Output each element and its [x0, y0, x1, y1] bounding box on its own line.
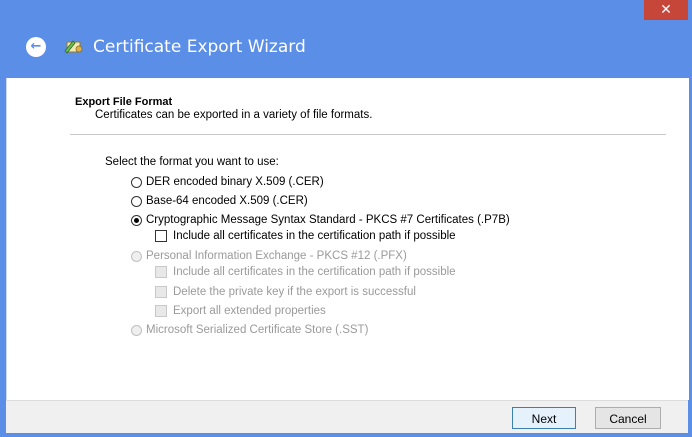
checkbox-pkcs7-include-path-label: Include all certificates in the certific…: [173, 230, 456, 242]
checkbox-pfx-export-properties-box[interactable]: [155, 305, 167, 317]
radio-sst[interactable]: Microsoft Serialized Certificate Store (…: [131, 323, 368, 337]
close-icon: ✕: [660, 2, 672, 18]
checkbox-pfx-export-properties-label: Export all extended properties: [173, 305, 326, 317]
radio-pfx-button[interactable]: [131, 250, 142, 262]
format-prompt: Select the format you want to use:: [105, 156, 279, 168]
radio-pfx-label: Personal Information Exchange - PKCS #12…: [146, 250, 407, 262]
next-button[interactable]: Next: [512, 407, 576, 429]
certificate-wizard-icon: [64, 40, 83, 54]
checkbox-pkcs7-include-path[interactable]: Include all certificates in the certific…: [155, 229, 456, 243]
radio-pkcs7[interactable]: Cryptographic Message Syntax Standard - …: [131, 213, 510, 227]
radio-base64-label: Base-64 encoded X.509 (.CER): [146, 195, 308, 207]
radio-pkcs7-button[interactable]: [131, 214, 142, 226]
checkbox-pfx-export-properties[interactable]: Export all extended properties: [155, 304, 326, 318]
radio-pfx[interactable]: Personal Information Exchange - PKCS #12…: [131, 249, 407, 263]
back-arrow-icon: ←: [30, 39, 42, 54]
page-heading: Export File Format: [75, 96, 173, 108]
window-title: Certificate Export Wizard: [93, 37, 306, 57]
checkbox-pfx-include-path-label: Include all certificates in the certific…: [173, 266, 456, 278]
checkbox-pfx-delete-key[interactable]: Delete the private key if the export is …: [155, 285, 416, 299]
radio-der-button[interactable]: [131, 176, 142, 188]
radio-der-label: DER encoded binary X.509 (.CER): [146, 176, 324, 188]
cancel-button[interactable]: Cancel: [595, 407, 661, 429]
checkbox-pfx-delete-key-label: Delete the private key if the export is …: [173, 286, 416, 298]
radio-base64-button[interactable]: [131, 195, 142, 207]
radio-sst-button[interactable]: [131, 324, 142, 336]
radio-pkcs7-label: Cryptographic Message Syntax Standard - …: [146, 214, 510, 226]
checkbox-pfx-include-path[interactable]: Include all certificates in the certific…: [155, 265, 456, 279]
radio-base64[interactable]: Base-64 encoded X.509 (.CER): [131, 194, 308, 208]
radio-der[interactable]: DER encoded binary X.509 (.CER): [131, 175, 324, 189]
header-divider: [70, 134, 666, 135]
checkbox-pfx-delete-key-box[interactable]: [155, 286, 167, 298]
back-button[interactable]: ←: [26, 37, 46, 57]
checkbox-pkcs7-include-path-box[interactable]: [155, 230, 167, 242]
close-button[interactable]: ✕: [644, 0, 688, 20]
checkbox-pfx-include-path-box[interactable]: [155, 266, 167, 278]
radio-sst-label: Microsoft Serialized Certificate Store (…: [146, 324, 369, 336]
window-bottom-edge: [0, 433, 692, 437]
page-subheading: Certificates can be exported in a variet…: [95, 109, 373, 121]
wizard-footer: [6, 400, 688, 434]
